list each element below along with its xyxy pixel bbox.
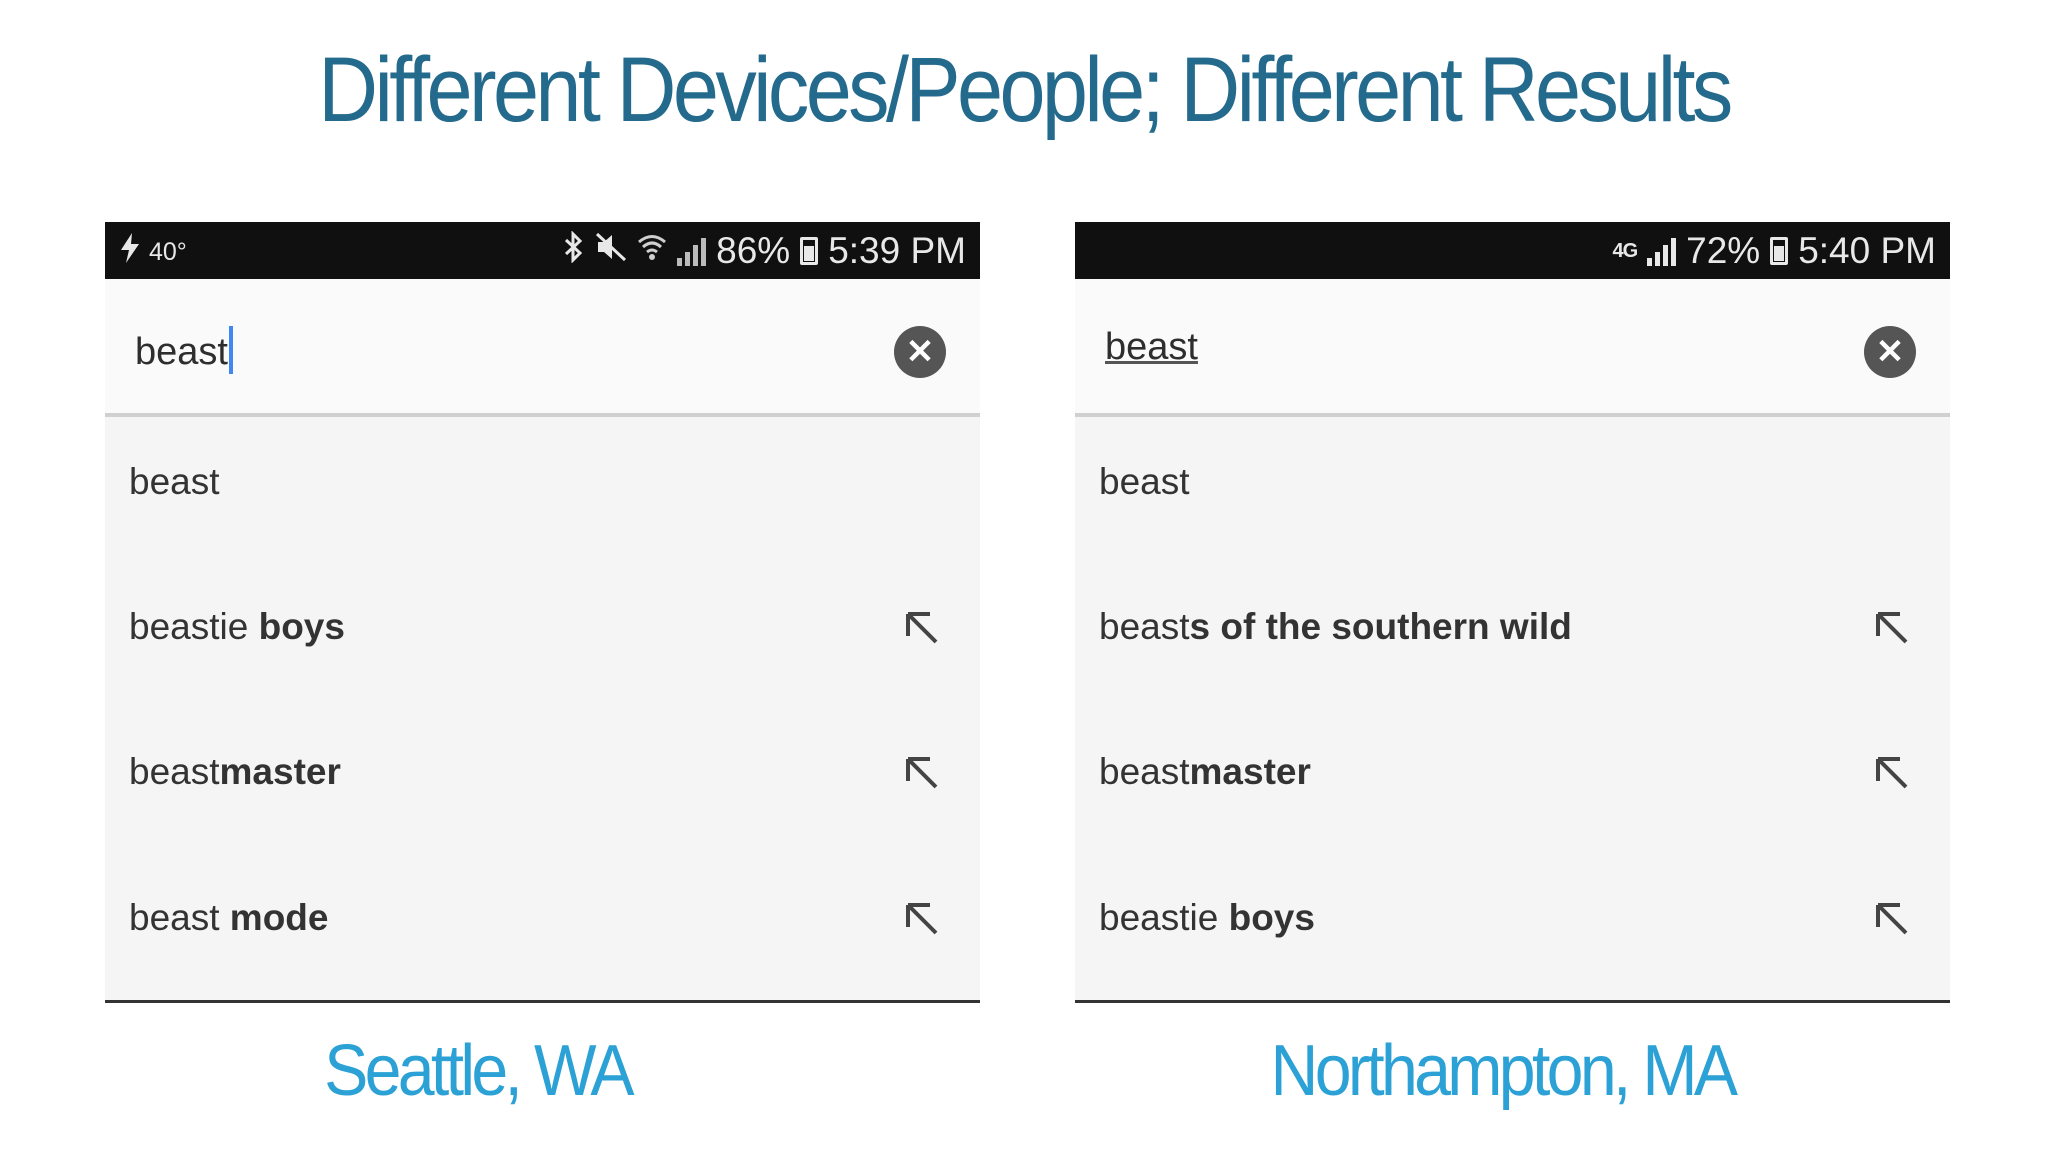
suggestion-text: beast mode <box>129 897 329 938</box>
suggestion-text: beasts of the southern wild <box>1099 606 1572 647</box>
arrow-up-left-icon[interactable] <box>902 608 942 648</box>
slide-title: Different Devices/People; Different Resu… <box>318 39 1733 141</box>
arrow-up-left-icon[interactable] <box>1872 608 1912 648</box>
status-left: 40° <box>119 233 187 271</box>
status-right: 4G 72% 5:40 PM <box>1612 230 1936 272</box>
list-item[interactable]: beast mode <box>105 857 980 1003</box>
arrow-up-left-icon[interactable] <box>1872 753 1912 793</box>
location-label-northampton: Northampton, MA <box>1270 1031 1739 1111</box>
list-item[interactable]: beastie boys <box>1075 857 1950 1003</box>
phone-screenshot-northampton: 4G 72% 5:40 PM beast ✕ beast beasts of t… <box>1075 222 1950 1003</box>
arrow-up-left-icon[interactable] <box>902 899 942 939</box>
list-item[interactable]: beastmaster <box>1075 711 1950 857</box>
lte-icon: 4G <box>1612 239 1638 262</box>
list-item[interactable]: beastmaster <box>105 711 980 857</box>
search-input[interactable]: beast <box>1105 326 1198 369</box>
suggestion-text: beastie boys <box>129 606 345 647</box>
suggestion-text: beastmaster <box>129 751 341 792</box>
location-label-seattle: Seattle, WA <box>324 1031 634 1111</box>
battery-icon <box>800 237 819 265</box>
suggestion-text: beastmaster <box>1099 751 1311 792</box>
phone-screenshot-seattle: 40° 86% 5:39 PM beast ✕ beast beastie bo… <box>105 222 980 1003</box>
status-bar: 40° 86% 5:39 PM <box>105 222 980 279</box>
clock: 5:40 PM <box>1798 230 1936 271</box>
wifi-icon <box>637 230 667 272</box>
suggestion-text: beast <box>1099 461 1190 502</box>
suggestion-list: beast beastie boys beastmaster beast mod… <box>105 421 980 1001</box>
list-item[interactable]: beast <box>105 421 980 567</box>
suggestion-list: beast beasts of the southern wild beastm… <box>1075 421 1950 1001</box>
suggestion-text: beastie boys <box>1099 897 1315 938</box>
bluetooth-icon <box>563 230 585 272</box>
close-icon[interactable]: ✕ <box>894 326 946 378</box>
list-item[interactable]: beastie boys <box>105 566 980 712</box>
close-icon[interactable]: ✕ <box>1864 326 1916 378</box>
list-item[interactable]: beast <box>1075 421 1950 567</box>
battery-icon <box>1770 237 1789 265</box>
signal-icon <box>677 236 707 266</box>
status-right: 86% 5:39 PM <box>563 230 966 272</box>
search-bar[interactable]: beast ✕ <box>1075 279 1950 417</box>
temperature: 40° <box>149 237 187 266</box>
clock: 5:39 PM <box>828 230 966 271</box>
status-bar: 4G 72% 5:40 PM <box>1075 222 1950 279</box>
arrow-up-left-icon[interactable] <box>1872 899 1912 939</box>
search-bar[interactable]: beast ✕ <box>105 279 980 417</box>
list-item[interactable]: beasts of the southern wild <box>1075 566 1950 712</box>
battery-percent: 86% <box>716 230 791 271</box>
divider <box>1075 1000 1950 1003</box>
lightning-icon <box>119 233 141 271</box>
battery-percent: 72% <box>1686 230 1761 271</box>
text-cursor <box>228 326 233 374</box>
arrow-up-left-icon[interactable] <box>902 753 942 793</box>
mute-icon <box>595 230 627 272</box>
search-input[interactable]: beast <box>135 326 233 374</box>
suggestion-text: beast <box>129 461 220 502</box>
signal-icon <box>1647 236 1677 266</box>
divider <box>105 1000 980 1003</box>
